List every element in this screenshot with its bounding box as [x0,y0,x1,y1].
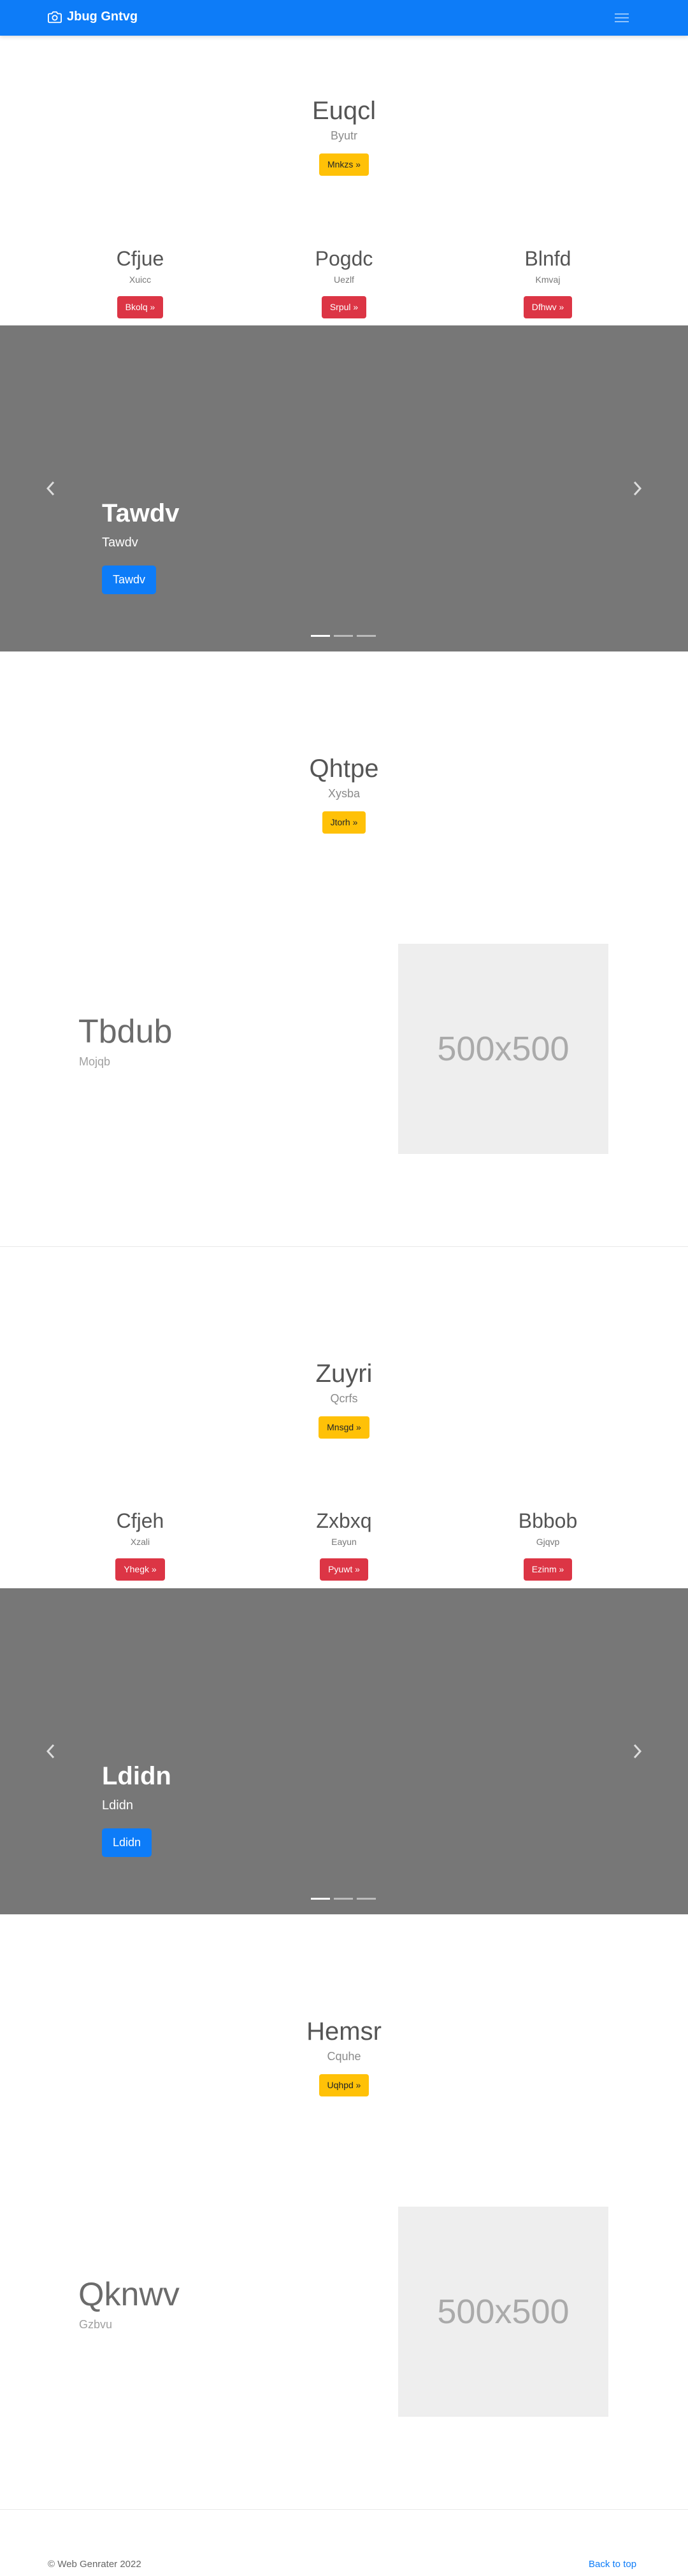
divider [0,2509,688,2510]
chevron-right-icon[interactable] [631,1742,643,1760]
column-subtitle: Xuicc [129,274,152,285]
column-button[interactable]: Ezinm » [523,1558,573,1581]
carousel-indicator[interactable] [311,1898,330,1900]
hero-title: Euqcl [312,97,376,125]
carousel-button[interactable]: Ldidn [102,1828,152,1857]
back-to-top-link[interactable]: Back to top [589,2559,636,2570]
hero-button[interactable]: Jtorh » [322,811,366,834]
hero-section: Euqcl Byutr Mnkzs » [0,97,688,176]
carousel-caption-subtitle: Tawdv [102,536,138,550]
carousel: Ldidn Ldidn Ldidn [0,1588,688,1914]
column-subtitle: Xzali [130,1537,150,1547]
hero-title: Hemsr [306,2017,382,2046]
feature-column: Cfjue Xuicc Bkolq » [45,247,236,318]
carousel-caption-subtitle: Ldidn [102,1798,133,1812]
hero-section: Zuyri Qcrfs Mnsgd » [0,1360,688,1439]
hero-section: Hemsr Cquhe Uqhpd » [0,2017,688,2096]
camera-icon [48,11,62,23]
hero-subtitle: Byutr [330,129,357,142]
chevron-left-icon[interactable] [45,1742,57,1760]
column-button[interactable]: Srpul » [321,296,367,318]
column-title: Bbbob [518,1509,578,1532]
carousel-indicator[interactable] [334,1898,353,1900]
carousel-indicator[interactable] [311,635,330,637]
feature-column: Blnfd Kmvaj Dfhwv » [452,247,643,318]
hero-section: Qhtpe Xysba Jtorh » [0,755,688,834]
column-title: Blnfd [524,247,571,270]
hero-title: Qhtpe [309,755,379,783]
column-subtitle: Eayun [331,1537,357,1547]
feature-column: Cfjeh Xzali Yhegk » [45,1509,236,1581]
carousel-indicator[interactable] [357,635,376,637]
column-button[interactable]: Dfhwv » [523,296,573,318]
brand-link[interactable]: Jbug Gntvg [48,10,138,24]
carousel: Tawdv Tawdv Tawdv [0,325,688,651]
carousel-indicators [311,635,376,637]
column-title: Cfjue [116,247,164,270]
column-subtitle: Gjqvp [536,1537,560,1547]
column-title: Zxbxq [316,1509,372,1532]
hero-subtitle: Qcrfs [330,1392,358,1405]
feature-column: Zxbxq Eayun Pyuwt » [248,1509,440,1581]
hero-title: Zuyri [315,1360,373,1388]
carousel-caption-title: Ldidn [102,1762,171,1790]
column-subtitle: Uezlf [334,274,354,285]
carousel-indicators [311,1898,376,1900]
brand-name: Jbug Gntvg [67,10,138,24]
hero-subtitle: Xysba [327,787,361,800]
featurette-heading: Tbdub [78,1013,173,1050]
column-button[interactable]: Yhegk » [115,1558,165,1581]
hero-button[interactable]: Uqhpd » [319,2074,369,2096]
placeholder-image: 500x500 [398,2207,608,2417]
footer-copyright: © Web Genrater 2022 [48,2559,141,2570]
featurette-heading: Qknwv [78,2276,180,2313]
navbar: Jbug Gntvg [0,0,688,36]
column-title: Pogdc [315,247,373,270]
feature-column: Pogdc Uezlf Srpul » [248,247,440,318]
featurette-subtitle: Mojqb [79,1055,111,1068]
column-title: Cfjeh [116,1509,164,1532]
chevron-right-icon[interactable] [631,480,643,497]
feature-column: Bbbob Gjqvp Ezinm » [452,1509,643,1581]
divider [0,1246,688,1247]
carousel-indicator[interactable] [357,1898,376,1900]
column-subtitle: Kmvaj [535,274,561,285]
navbar-toggler-button[interactable] [609,8,634,28]
hero-subtitle: Cquhe [327,2050,361,2063]
chevron-left-icon[interactable] [45,480,57,497]
hero-button[interactable]: Mnkzs » [319,153,369,176]
column-button[interactable]: Bkolq » [117,296,164,318]
placeholder-image: 500x500 [398,944,608,1154]
featurette-subtitle: Gzbvu [79,2318,113,2331]
carousel-caption-title: Tawdv [102,499,180,527]
carousel-button[interactable]: Tawdv [102,566,157,594]
hero-button[interactable]: Mnsgd » [319,1416,369,1439]
carousel-indicator[interactable] [334,635,353,637]
column-button[interactable]: Pyuwt » [320,1558,368,1581]
